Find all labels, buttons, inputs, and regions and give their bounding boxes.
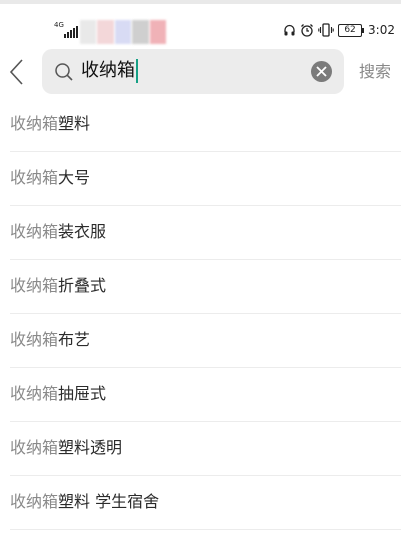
chevron-left-icon (9, 59, 23, 85)
suggestion-suffix: 装衣服 (58, 222, 107, 241)
suggestion-list: 收纳箱塑料 收纳箱大号 收纳箱装衣服 收纳箱折叠式 收纳箱布艺 收纳箱抽屉式 收… (0, 98, 401, 530)
search-input[interactable]: 收纳箱 (81, 59, 135, 83)
suggestion-prefix: 收纳箱 (10, 276, 59, 295)
text-caret (136, 59, 138, 83)
suggestion-text: 收纳箱塑料 学生宿舍 (10, 490, 159, 514)
alarm-icon (301, 24, 314, 37)
clock: 3:02 (368, 23, 395, 37)
headphones-icon (284, 24, 295, 35)
suggestion-item[interactable]: 收纳箱塑料 (10, 98, 401, 152)
suggestion-item[interactable]: 收纳箱装衣服 (10, 206, 401, 260)
suggestion-text: 收纳箱装衣服 (10, 220, 106, 244)
suggestion-text: 收纳箱折叠式 (10, 274, 106, 298)
suggestion-suffix: 抽屉式 (58, 384, 107, 403)
suggestion-prefix: 收纳箱 (10, 114, 59, 133)
suggestion-text: 收纳箱塑料透明 (10, 436, 122, 460)
clear-icon (316, 66, 327, 77)
suggestion-prefix: 收纳箱 (10, 438, 59, 457)
suggestion-suffix: 塑料 (58, 114, 91, 133)
network-type: 4G (54, 21, 64, 29)
suggestion-suffix: 大号 (58, 168, 91, 187)
suggestion-text: 收纳箱塑料 (10, 112, 90, 136)
suggestion-text: 收纳箱大号 (10, 166, 90, 190)
suggestion-item[interactable]: 收纳箱塑料 学生宿舍 (10, 476, 401, 530)
suggestion-item[interactable]: 收纳箱抽屉式 (10, 368, 401, 422)
suggestion-suffix: 布艺 (58, 330, 91, 349)
suggestion-prefix: 收纳箱 (10, 222, 59, 241)
search-button[interactable]: 搜索 (352, 60, 398, 84)
suggestion-suffix: 塑料 学生宿舍 (58, 492, 160, 511)
suggestion-prefix: 收纳箱 (10, 492, 59, 511)
suggestion-text: 收纳箱抽屉式 (10, 382, 106, 406)
suggestion-suffix: 折叠式 (58, 276, 107, 295)
suggestion-item[interactable]: 收纳箱折叠式 (10, 260, 401, 314)
search-field[interactable]: 收纳箱 (42, 49, 344, 94)
suggestion-prefix: 收纳箱 (10, 384, 59, 403)
clear-button[interactable] (311, 61, 332, 82)
suggestion-item[interactable]: 收纳箱布艺 (10, 314, 401, 368)
suggestion-item[interactable]: 收纳箱塑料透明 (10, 422, 401, 476)
suggestion-text: 收纳箱布艺 (10, 328, 90, 352)
blurred-notification-icons (80, 20, 167, 44)
battery-icon: 62 (338, 23, 365, 37)
suggestion-prefix: 收纳箱 (10, 168, 59, 187)
suggestion-suffix: 塑料透明 (58, 438, 123, 457)
magnifier-icon (55, 63, 73, 81)
suggestion-item[interactable]: 收纳箱大号 (10, 152, 401, 206)
vibrate-icon (318, 23, 334, 37)
status-bar: 4G 62 3:02 (0, 4, 401, 44)
status-icons: 62 3:02 (283, 22, 395, 38)
suggestion-prefix: 收纳箱 (10, 330, 59, 349)
signal-icon (64, 24, 78, 38)
back-button[interactable] (6, 58, 28, 86)
